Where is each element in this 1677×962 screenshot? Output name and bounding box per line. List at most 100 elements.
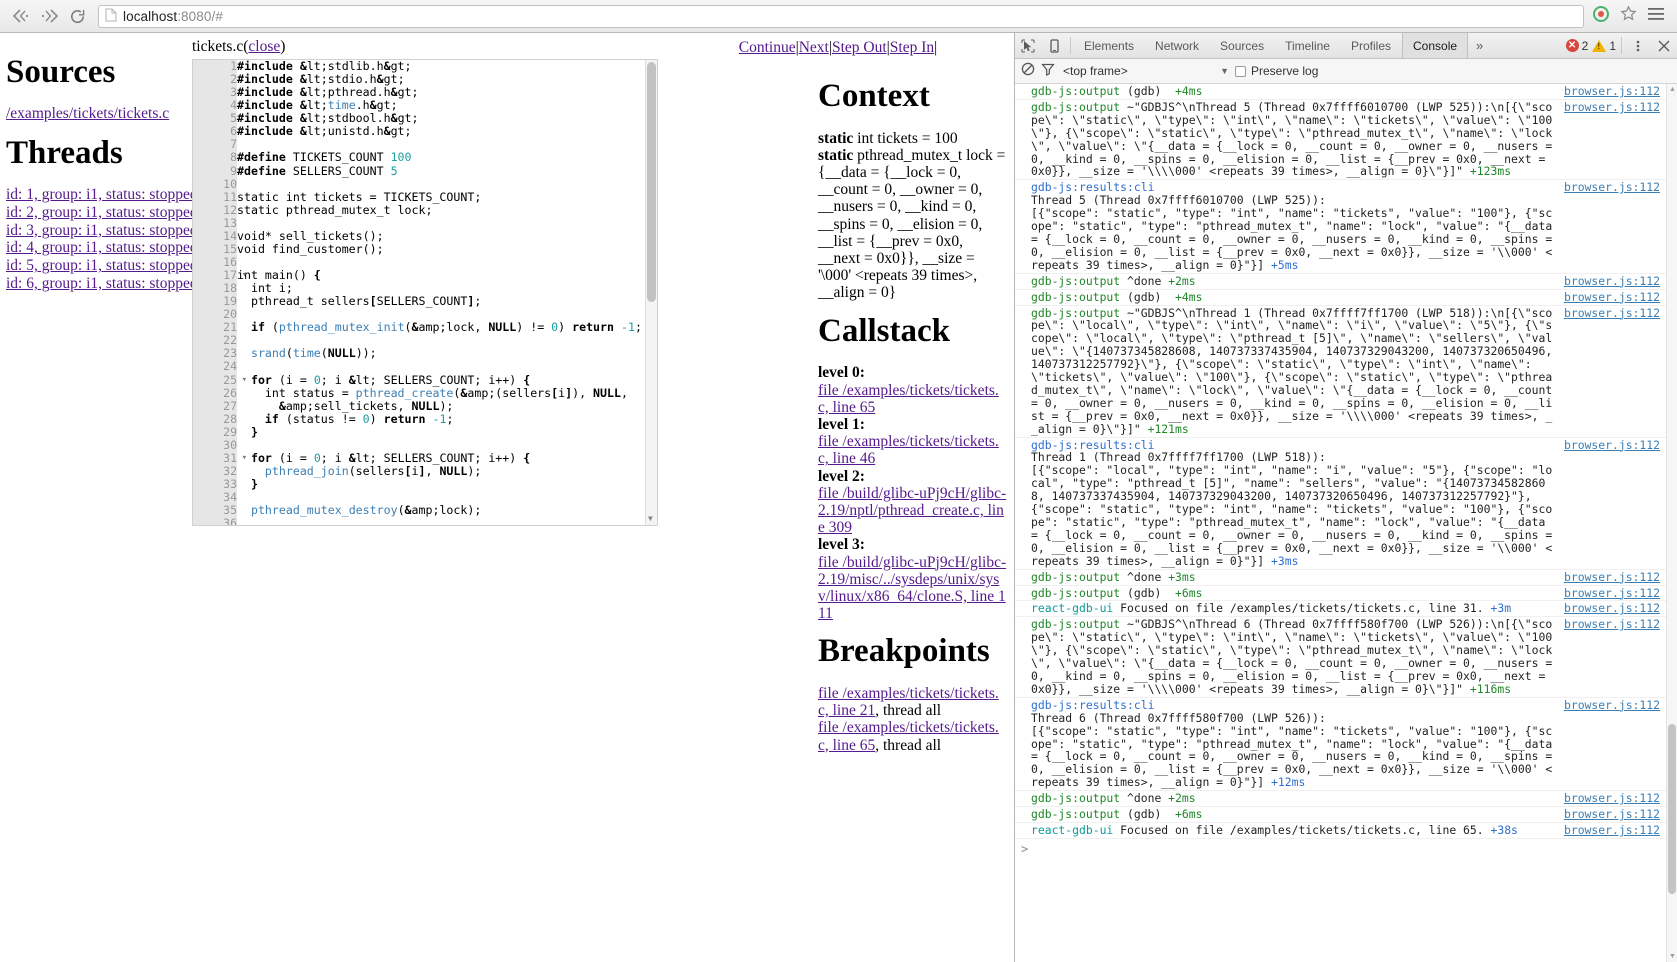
thread-link[interactable]: id: 4, group: i1, status: stopped: [6, 240, 198, 257]
code-line[interactable]: pthread_mutex_destroy(&amp;lock);: [237, 504, 657, 517]
code-line[interactable]: static int tickets = TICKETS_COUNT;: [237, 190, 657, 204]
console-source-link[interactable]: browser.js:112: [1564, 618, 1666, 631]
console-source-link[interactable]: browser.js:112: [1564, 792, 1666, 805]
code-line[interactable]: [237, 217, 657, 230]
code-line[interactable]: pthread_join(sellers[i], NULL);: [237, 464, 657, 478]
console-prompt[interactable]: >: [1015, 839, 1666, 861]
console-source-link[interactable]: browser.js:112: [1564, 306, 1666, 320]
code-line[interactable]: [237, 360, 657, 373]
line-number[interactable]: 13: [193, 216, 237, 230]
thread-link[interactable]: id: 2, group: i1, status: stopped: [6, 204, 198, 222]
continue-button[interactable]: Continue: [739, 39, 796, 56]
console-source-link[interactable]: browser.js:112: [1564, 824, 1666, 837]
warning-badge[interactable]: 1: [1590, 33, 1618, 58]
callstack-frame-link[interactable]: file /build/glibc-uPj9cH/glibc-2.19/misc…: [818, 554, 1008, 623]
back-arrow-icon[interactable]: [8, 3, 34, 29]
tab-timeline[interactable]: Timeline: [1275, 33, 1341, 58]
execution-context-select[interactable]: <top frame> ▼: [1061, 62, 1229, 80]
console-vertical-scrollbar[interactable]: ▲ ▼: [1666, 84, 1677, 962]
code-editor[interactable]: 1 2 3 4 5 6 7 8 9 10 11 12 13 14 15 16 17 ▾ 18 19 20 21 22 23 24…: [192, 59, 658, 526]
code-line[interactable]: if (status != 0) return -1;: [237, 412, 657, 426]
code-line[interactable]: int status = pthread_create(&amp;(seller…: [237, 386, 657, 400]
line-number[interactable]: 28: [193, 412, 237, 426]
console-source-link[interactable]: browser.js:112: [1564, 85, 1666, 98]
code-line[interactable]: int main() {: [237, 268, 657, 282]
filter-icon[interactable]: [1041, 62, 1055, 81]
preserve-log-toggle[interactable]: Preserve log: [1235, 64, 1318, 78]
code-scroll-area[interactable]: 1 2 3 4 5 6 7 8 9 10 11 12 13 14 15 16 17 ▾ 18 19 20 21 22 23 24…: [193, 60, 657, 525]
callstack-frame-link[interactable]: file /examples/tickets/tickets.c, line 4…: [818, 433, 1008, 467]
line-number[interactable]: 24: [193, 360, 237, 373]
callstack-frame-link[interactable]: file /examples/tickets/tickets.c, line 6…: [818, 382, 1008, 416]
more-vertical-icon[interactable]: [1625, 33, 1651, 58]
code-line[interactable]: }: [237, 477, 657, 491]
line-number[interactable]: 10: [193, 177, 237, 191]
close-icon[interactable]: [1651, 33, 1677, 58]
console-scroll-down-arrow[interactable]: ▼: [1669, 953, 1676, 960]
code-line[interactable]: [237, 517, 657, 525]
console-output[interactable]: gdb-js:output (gdb) +4ms browser.js:112 gd…: [1015, 84, 1677, 962]
code-line[interactable]: void find_customer();: [237, 242, 657, 256]
close-file-link[interactable]: close: [248, 38, 280, 55]
error-badge[interactable]: ✕ 2: [1564, 33, 1591, 58]
console-source-link[interactable]: browser.js:112: [1564, 274, 1666, 288]
preserve-log-checkbox[interactable]: [1235, 65, 1246, 77]
fold-toggle-icon[interactable]: ▾: [242, 374, 247, 387]
line-number[interactable]: 9: [193, 164, 237, 178]
line-number[interactable]: 30: [193, 438, 237, 452]
line-number[interactable]: 31 ▾: [193, 451, 247, 465]
code-line[interactable]: [237, 439, 657, 452]
code-line[interactable]: #define TICKETS_COUNT 100: [237, 151, 657, 164]
line-number[interactable]: 8: [193, 151, 237, 164]
code-line[interactable]: &amp;sell_tickets, NULL);: [237, 399, 657, 413]
device-toolbar-icon[interactable]: [1041, 33, 1067, 58]
tab-elements[interactable]: Elements: [1074, 33, 1145, 58]
tab-profiles[interactable]: Profiles: [1341, 33, 1402, 58]
step-in-button[interactable]: Step In: [890, 39, 934, 56]
code-line[interactable]: #include &lt;unistd.h&gt;: [237, 125, 657, 138]
code-line[interactable]: static pthread_mutex_t lock;: [237, 203, 657, 217]
line-number[interactable]: 14: [193, 229, 237, 243]
code-line[interactable]: [237, 178, 657, 191]
code-lines[interactable]: #include &lt;stdlib.h&gt; #include &lt;st…: [237, 60, 657, 525]
console-source-link[interactable]: browser.js:112: [1564, 602, 1666, 615]
more-tabs-button[interactable]: »: [1468, 33, 1491, 58]
console-source-link[interactable]: browser.js:112: [1564, 101, 1666, 114]
thread-link[interactable]: id: 3, group: i1, status: stopped: [6, 222, 198, 240]
code-line[interactable]: if (pthread_mutex_init(&amp;lock, NULL) …: [237, 321, 657, 334]
code-line[interactable]: pthread_t sellers[SELLERS_COUNT];: [237, 295, 657, 308]
url-bar[interactable]: localhost:8080/#: [98, 4, 1584, 28]
console-scroll-area[interactable]: gdb-js:output (gdb) +4ms browser.js:112 gd…: [1015, 84, 1666, 962]
console-source-link[interactable]: browser.js:112: [1564, 181, 1666, 194]
inspect-cursor-icon[interactable]: [1015, 33, 1041, 58]
reload-icon[interactable]: [64, 3, 90, 29]
next-button[interactable]: Next: [799, 39, 829, 56]
forward-arrow-icon[interactable]: [36, 3, 62, 29]
console-source-link[interactable]: browser.js:112: [1564, 570, 1666, 584]
console-source-link[interactable]: browser.js:112: [1564, 438, 1666, 452]
line-number[interactable]: 36: [193, 517, 237, 525]
hamburger-menu-icon[interactable]: [1647, 7, 1665, 26]
line-number[interactable]: 12: [193, 203, 237, 217]
code-line[interactable]: srand(time(NULL));: [237, 347, 657, 360]
line-number[interactable]: 29: [193, 425, 237, 439]
console-scroll-thumb[interactable]: [1668, 724, 1676, 894]
code-scroll-thumb[interactable]: [647, 62, 656, 302]
console-source-link[interactable]: browser.js:112: [1564, 698, 1666, 712]
fold-toggle-icon[interactable]: ▾: [242, 452, 247, 465]
callstack-frame-link[interactable]: file /build/glibc-uPj9cH/glibc-2.19/nptl…: [818, 485, 1008, 537]
tab-sources[interactable]: Sources: [1210, 33, 1275, 58]
thread-link[interactable]: id: 5, group: i1, status: stopped: [6, 257, 198, 275]
scroll-down-arrow[interactable]: ▼: [648, 514, 653, 523]
thread-link[interactable]: id: 1, group: i1, status: stopped: [6, 186, 198, 204]
source-file-link[interactable]: /examples/tickets/tickets.c: [6, 105, 184, 123]
code-vertical-scrollbar[interactable]: ▲ ▼: [645, 60, 657, 525]
console-source-link[interactable]: browser.js:112: [1564, 586, 1666, 600]
line-number[interactable]: 15: [193, 242, 237, 256]
clear-console-icon[interactable]: [1021, 62, 1035, 81]
code-line[interactable]: void* sell_tickets();: [237, 229, 657, 243]
line-number[interactable]: 27: [193, 399, 237, 413]
step-out-button[interactable]: Step Out: [832, 39, 887, 56]
console-source-link[interactable]: browser.js:112: [1564, 808, 1666, 821]
code-line[interactable]: }: [237, 425, 657, 439]
